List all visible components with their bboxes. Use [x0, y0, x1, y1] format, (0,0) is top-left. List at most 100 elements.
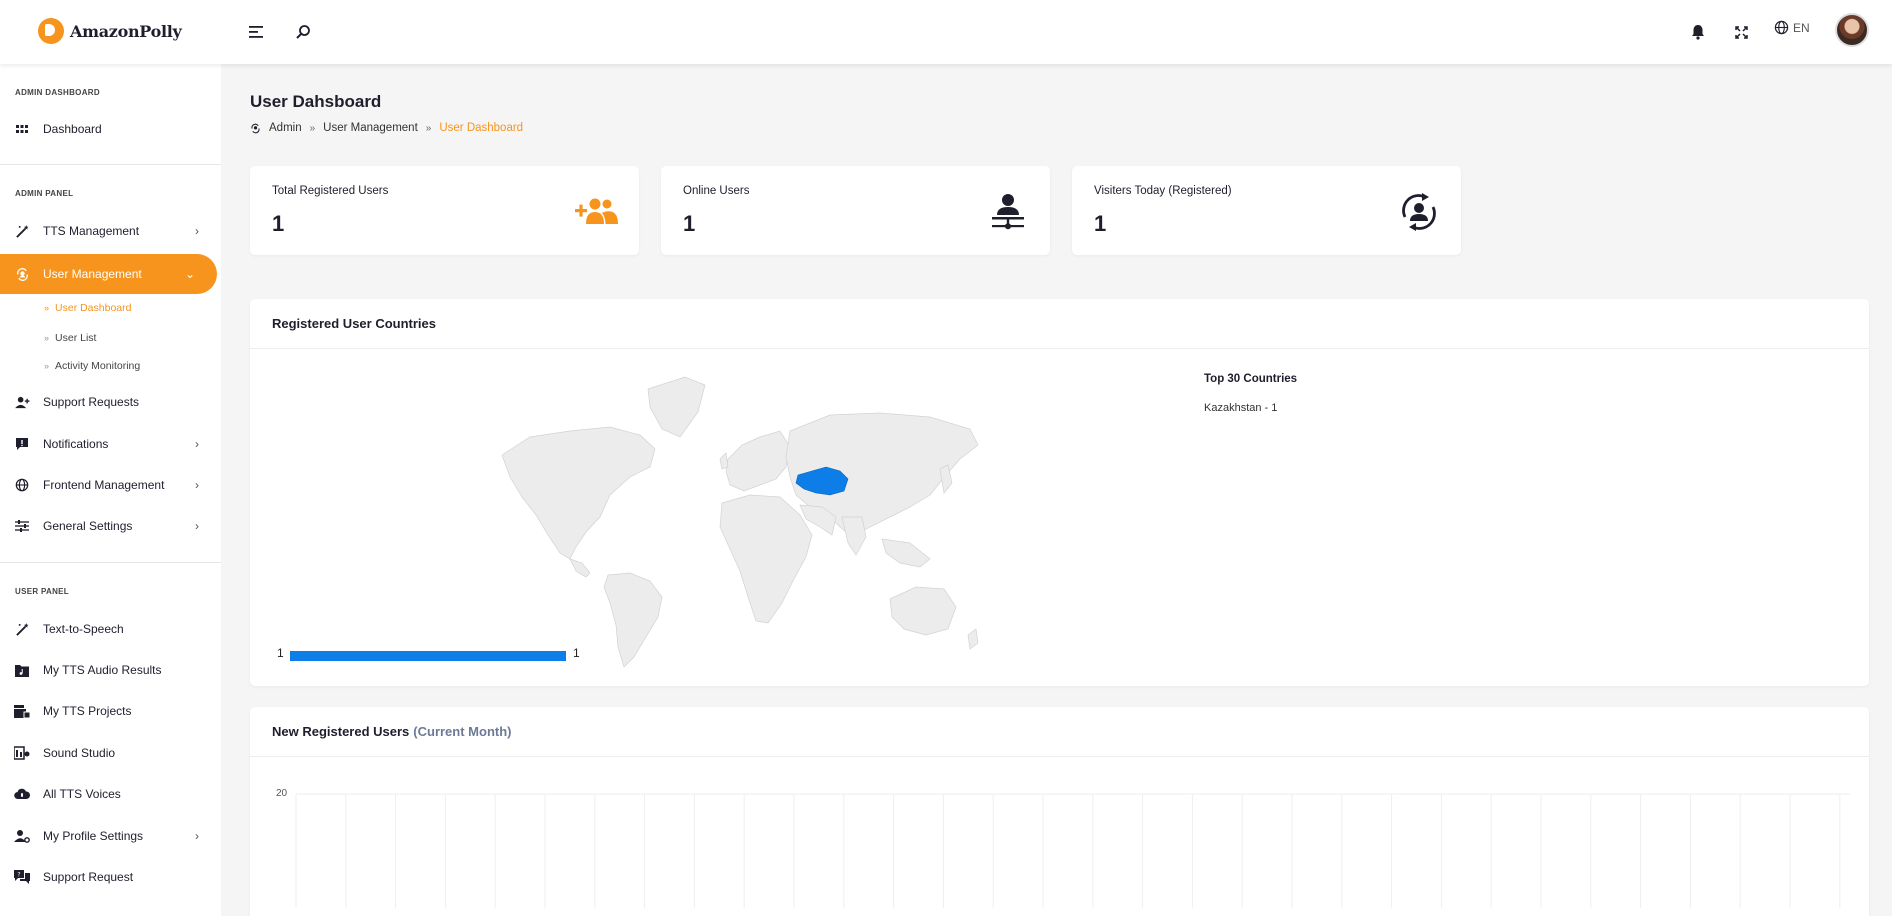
support-icon: ? [14, 869, 30, 885]
sidebar-item-text-to-speech[interactable]: Text-to-Speech [0, 611, 221, 647]
top-bar: AmazonPolly EN [0, 0, 1892, 64]
sidebar-item-label: TTS Management [43, 224, 140, 238]
sidebar-item-support-requests[interactable]: Support Requests [0, 384, 221, 420]
sidebar-item-all-tts-voices[interactable]: All TTS Voices [0, 776, 221, 812]
sidebar-item-my-tts-projects[interactable]: My TTS Projects [0, 693, 221, 729]
breadcrumb-item-user-management[interactable]: User Management [323, 122, 418, 134]
breadcrumb: Admin » User Management » User Dashboard [250, 122, 523, 134]
country-list-item: Kazakhstan - 1 [1204, 402, 1278, 414]
breadcrumb-item-admin[interactable]: Admin [269, 122, 302, 134]
menu-toggle-icon[interactable] [245, 20, 269, 44]
sidebar-item-notifications[interactable]: Notifications › [0, 426, 221, 462]
magic-wand-icon [14, 223, 30, 239]
panel-title: Registered User Countries [250, 299, 1869, 349]
chart-gridlines [295, 793, 1850, 908]
sidebar-divider [0, 164, 221, 165]
map-region-new-zealand [967, 628, 979, 650]
map-region-australia [889, 586, 957, 636]
chevron-right-icon: › [195, 829, 199, 843]
sidebar-item-my-profile-settings[interactable]: My Profile Settings › [0, 818, 221, 854]
submenu-item-activity-monitoring[interactable]: » Activity Monitoring [44, 360, 140, 372]
notification-bell-icon[interactable] [1686, 20, 1710, 44]
stat-label: Total Registered Users [272, 185, 389, 197]
search-icon[interactable] [291, 20, 315, 44]
stat-card-online-users: Online Users 1 [661, 166, 1050, 255]
breadcrumb-separator-icon: » [425, 122, 432, 134]
page-title: User Dahsboard [250, 92, 382, 111]
sidebar-item-sound-studio[interactable]: Sound Studio [0, 735, 221, 771]
section-title-admin-panel: ADMIN PANEL [15, 189, 74, 198]
sidebar-item-label: My TTS Projects [43, 704, 132, 718]
map-region-uk [719, 452, 729, 470]
submenu-item-user-dashboard[interactable]: » User Dashboard [44, 302, 131, 314]
sidebar-item-frontend-management[interactable]: Frontend Management › [0, 467, 221, 503]
svg-text:?: ? [17, 872, 20, 879]
app-logo[interactable]: AmazonPolly [38, 18, 182, 44]
map-region-north-america [501, 426, 656, 560]
language-code: EN [1793, 20, 1810, 35]
alert-message-icon [14, 436, 30, 452]
sidebar-item-label: User Management [43, 267, 142, 281]
stat-value: 1 [272, 211, 285, 236]
submenu-label: User List [55, 332, 97, 344]
sidebar-item-label: Notifications [43, 437, 109, 451]
chevron-down-icon: ⌄ [184, 267, 195, 281]
magic-wand-icon [14, 621, 30, 637]
map-legend-bar [290, 651, 566, 661]
globe-icon [14, 477, 30, 493]
stat-label: Online Users [683, 185, 750, 197]
stat-card-visitors-today: Visiters Today (Registered) 1 [1072, 166, 1461, 255]
language-selector[interactable]: EN [1774, 20, 1810, 35]
top-countries-title: Top 30 Countries [1204, 373, 1298, 385]
stat-value: 1 [1094, 211, 1107, 236]
sidebar-item-my-tts-audio-results[interactable]: My TTS Audio Results [0, 652, 221, 688]
section-title-admin-dashboard: ADMIN DASHBOARD [15, 88, 100, 97]
map-region-central-america [569, 558, 591, 578]
user-sync-icon [14, 266, 30, 282]
world-map[interactable] [490, 367, 980, 672]
new-users-chart[interactable]: 20 [250, 758, 1869, 908]
user-online-icon [986, 190, 1030, 234]
breadcrumb-item-current: User Dashboard [439, 122, 524, 134]
panel-title-text: New Registered Users [272, 724, 410, 739]
stat-value: 1 [683, 211, 696, 236]
users-plus-icon [575, 190, 619, 234]
fullscreen-icon[interactable] [1729, 20, 1753, 44]
chevron-right-icon: › [195, 224, 199, 238]
map-region-south-america [603, 572, 663, 668]
sidebar-item-general-settings[interactable]: General Settings › [0, 508, 221, 544]
user-plus-icon [14, 394, 30, 410]
user-avatar[interactable] [1835, 13, 1869, 47]
panel-subtitle: (Current Month) [413, 724, 512, 739]
double-chevron-icon: » [44, 361, 50, 371]
map-region-greenland [647, 376, 706, 438]
breadcrumb-separator-icon: » [309, 122, 316, 134]
projects-icon [14, 703, 30, 719]
double-chevron-icon: » [44, 303, 50, 313]
map-region-europe [725, 430, 791, 492]
cloud-voice-icon [14, 786, 30, 802]
countries-panel: Registered User Countries 1 1 Top 30 Cou… [250, 299, 1869, 686]
sidebar-item-tts-management[interactable]: TTS Management › [0, 213, 221, 249]
sidebar-divider [0, 562, 221, 563]
section-title-user-panel: USER PANEL [15, 587, 69, 596]
sidebar-item-label: All TTS Voices [43, 787, 121, 801]
sidebar-item-label: My TTS Audio Results [43, 663, 162, 677]
sidebar-item-support-request[interactable]: ? Support Request [0, 859, 221, 895]
app-name: AmazonPolly [70, 21, 182, 41]
grid-icon [14, 121, 30, 137]
double-chevron-icon: » [44, 333, 50, 343]
sidebar-item-label: Sound Studio [43, 746, 116, 760]
legend-min-label: 1 [277, 646, 284, 660]
map-region-africa [719, 494, 813, 624]
submenu-item-user-list[interactable]: » User List [44, 332, 96, 344]
stat-card-total-registered: Total Registered Users 1 [250, 166, 639, 255]
map-region-southeast-asia [881, 538, 931, 568]
sidebar-item-dashboard[interactable]: Dashboard [0, 111, 221, 147]
sidebar-item-label: My Profile Settings [43, 829, 144, 843]
chevron-right-icon: › [195, 519, 199, 533]
sidebar-item-user-management[interactable]: User Management ⌄ [0, 254, 217, 294]
logo-mark-icon [38, 18, 64, 44]
sidebar-item-label: Dashboard [43, 122, 102, 136]
user-settings-icon [14, 828, 30, 844]
